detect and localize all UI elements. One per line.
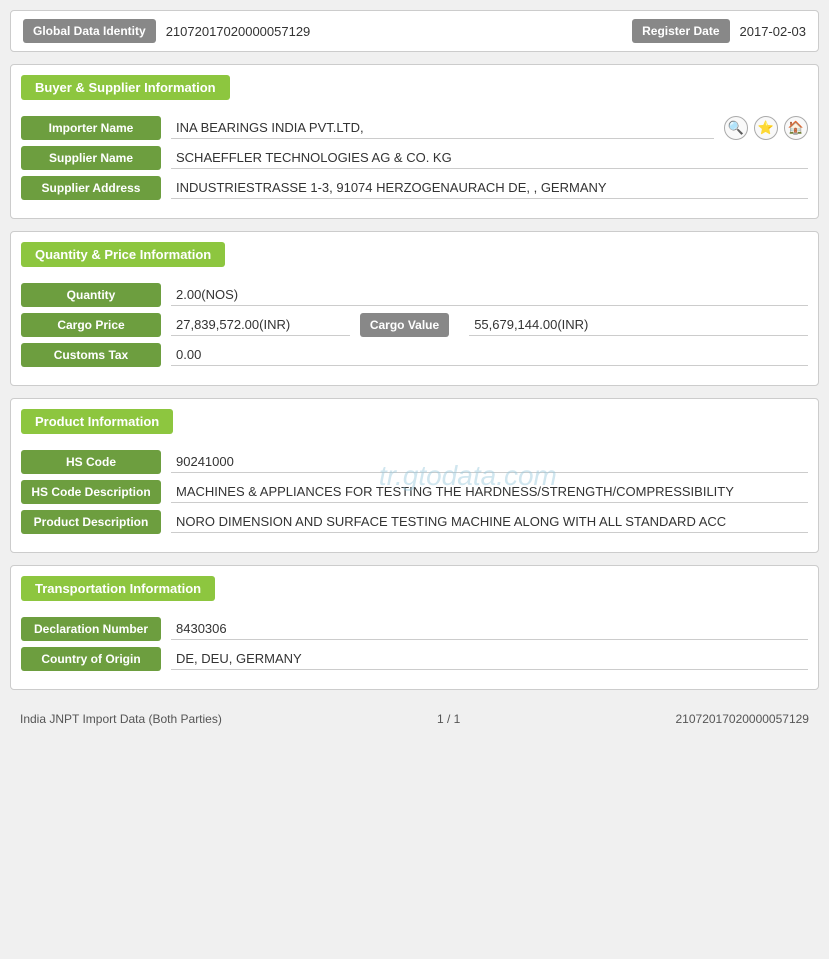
hs-code-value: 90241000 (171, 451, 808, 473)
product-header: Product Information (21, 409, 173, 434)
register-date-label: Register Date (632, 19, 729, 43)
page-footer: India JNPT Import Data (Both Parties) 1 … (10, 702, 819, 736)
quantity-row: Quantity 2.00(NOS) (21, 283, 808, 307)
quantity-price-header: Quantity & Price Information (21, 242, 225, 267)
product-description-label: Product Description (21, 510, 161, 534)
cargo-price-group: Cargo Price 27,839,572.00(INR) (21, 313, 350, 337)
customs-tax-row: Customs Tax 0.00 (21, 343, 808, 367)
cargo-value-value: 55,679,144.00(INR) (469, 314, 808, 336)
global-data-identity-label: Global Data Identity (23, 19, 156, 43)
cargo-price-label: Cargo Price (21, 313, 161, 337)
cargo-row: Cargo Price 27,839,572.00(INR) Cargo Val… (21, 313, 808, 337)
customs-tax-label: Customs Tax (21, 343, 161, 367)
cargo-price-value: 27,839,572.00(INR) (171, 314, 350, 336)
customs-tax-value: 0.00 (171, 344, 808, 366)
footer-page: 1 / 1 (437, 712, 460, 726)
supplier-address-row: Supplier Address INDUSTRIESTRASSE 1-3, 9… (21, 176, 808, 200)
footer-source: India JNPT Import Data (Both Parties) (20, 712, 222, 726)
supplier-name-value: SCHAEFFLER TECHNOLOGIES AG & CO. KG (171, 147, 808, 169)
global-data-identity-value: 21072017020000057129 (166, 24, 622, 39)
quantity-label: Quantity (21, 283, 161, 307)
search-icon[interactable]: 🔍 (724, 116, 748, 140)
supplier-address-value: INDUSTRIESTRASSE 1-3, 91074 HERZOGENAURA… (171, 177, 808, 199)
country-of-origin-row: Country of Origin DE, DEU, GERMANY (21, 647, 808, 671)
quantity-value: 2.00(NOS) (171, 284, 808, 306)
page-wrapper: Global Data Identity 2107201702000005712… (10, 10, 819, 736)
transportation-header: Transportation Information (21, 576, 215, 601)
supplier-address-label: Supplier Address (21, 176, 161, 200)
importer-icon-group: 🔍 ⭐ 🏠 (724, 116, 808, 140)
supplier-name-label: Supplier Name (21, 146, 161, 170)
register-date-value: 2017-02-03 (740, 24, 807, 39)
hs-code-label: HS Code (21, 450, 161, 474)
hs-code-description-value: MACHINES & APPLIANCES FOR TESTING THE HA… (171, 481, 808, 503)
footer-record-id: 21072017020000057129 (676, 712, 809, 726)
declaration-number-row: Declaration Number 8430306 (21, 617, 808, 641)
declaration-number-value: 8430306 (171, 618, 808, 640)
declaration-number-label: Declaration Number (21, 617, 161, 641)
importer-name-value: INA BEARINGS INDIA PVT.LTD, (171, 117, 714, 139)
transportation-section: Transportation Information Declaration N… (10, 565, 819, 690)
cargo-value-button[interactable]: Cargo Value (360, 313, 449, 337)
product-description-value: NORO DIMENSION AND SURFACE TESTING MACHI… (171, 511, 808, 533)
buyer-supplier-section: Buyer & Supplier Information Importer Na… (10, 64, 819, 219)
star-icon[interactable]: ⭐ (754, 116, 778, 140)
home-icon[interactable]: 🏠 (784, 116, 808, 140)
importer-name-label: Importer Name (21, 116, 161, 140)
hs-code-row: HS Code 90241000 (21, 450, 808, 474)
supplier-name-row: Supplier Name SCHAEFFLER TECHNOLOGIES AG… (21, 146, 808, 170)
quantity-price-section: Quantity & Price Information Quantity 2.… (10, 231, 819, 386)
country-of-origin-label: Country of Origin (21, 647, 161, 671)
importer-name-row: Importer Name INA BEARINGS INDIA PVT.LTD… (21, 116, 808, 140)
identity-bar: Global Data Identity 2107201702000005712… (10, 10, 819, 52)
product-section: Product Information tr.gtodata.com HS Co… (10, 398, 819, 553)
hs-code-description-label: HS Code Description (21, 480, 161, 504)
product-description-row: Product Description NORO DIMENSION AND S… (21, 510, 808, 534)
hs-code-description-row: HS Code Description MACHINES & APPLIANCE… (21, 480, 808, 504)
country-of-origin-value: DE, DEU, GERMANY (171, 648, 808, 670)
buyer-supplier-header: Buyer & Supplier Information (21, 75, 230, 100)
